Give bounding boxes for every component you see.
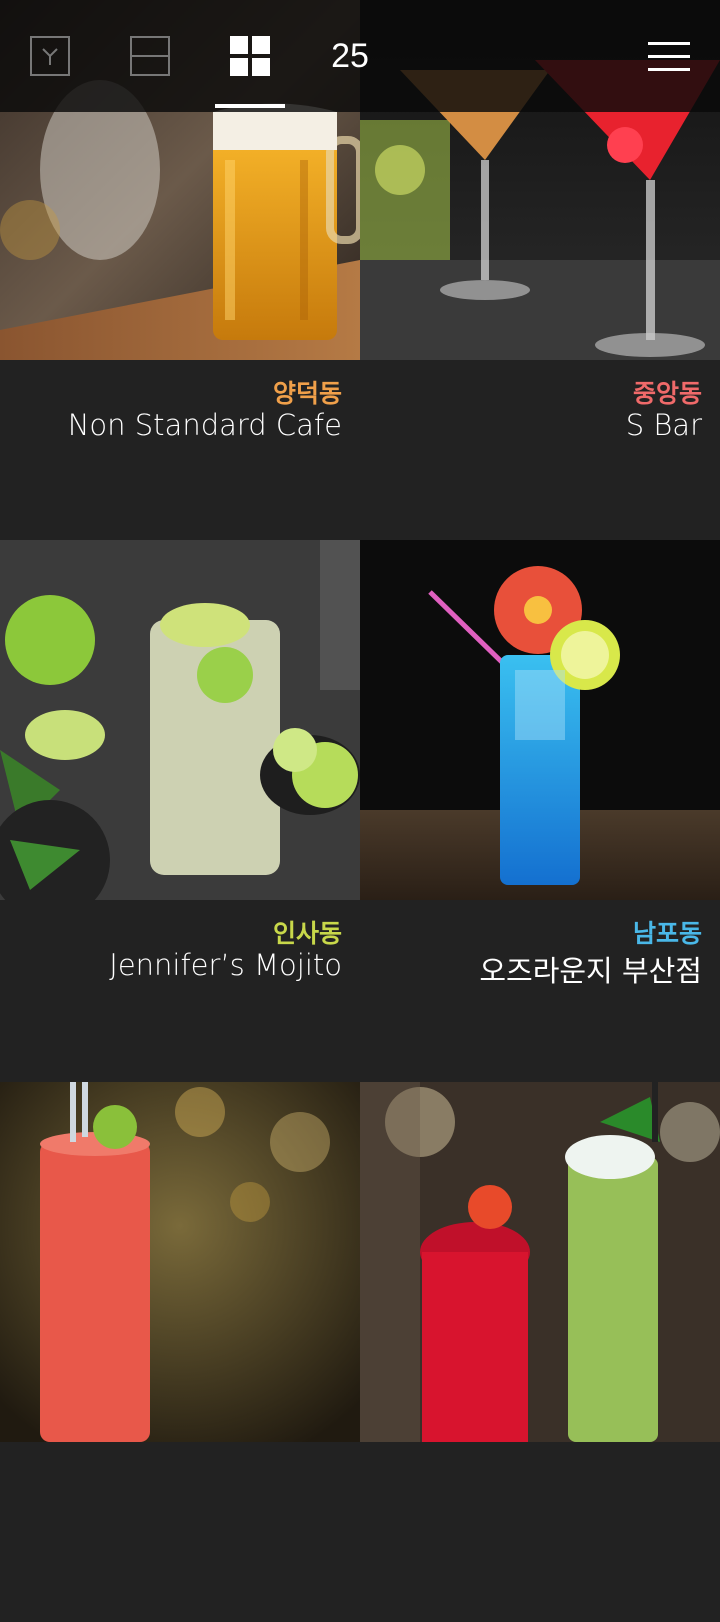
venue-card[interactable] [360, 1082, 720, 1622]
top-toolbar: 25 [0, 0, 720, 112]
district-label: 인사동 [272, 919, 342, 948]
hamburger-menu-icon[interactable] [648, 42, 690, 72]
venue-photo-mojito-pair[interactable] [360, 1082, 720, 1442]
venue-card[interactable]: 남포동 오즈라운지 부산점 [360, 540, 720, 1080]
venue-name[interactable]: 오즈라운지 부산점 [479, 948, 702, 990]
venue-card[interactable]: 인사동 Jennifer’s Mojito [0, 540, 360, 1080]
venue-name[interactable]: Non Standard Cafe [68, 408, 342, 442]
grid-view-icon[interactable] [230, 36, 270, 76]
venue-count: 25 [331, 37, 369, 75]
venue-name[interactable]: S Bar [626, 408, 702, 442]
venue-card[interactable] [0, 1082, 360, 1622]
venue-photo-blue-cocktail[interactable] [360, 540, 720, 900]
cocktail-glass-icon[interactable] [30, 36, 70, 76]
venue-photo-mojito[interactable] [0, 540, 360, 900]
district-label: 양덕동 [272, 379, 342, 408]
active-view-indicator [215, 104, 285, 108]
list-view-icon[interactable] [130, 36, 170, 76]
venue-name[interactable]: Jennifer’s Mojito [109, 948, 342, 982]
venue-photo-red-cocktail[interactable] [0, 1082, 360, 1442]
district-label: 남포동 [632, 919, 702, 948]
district-label: 중앙동 [632, 379, 702, 408]
